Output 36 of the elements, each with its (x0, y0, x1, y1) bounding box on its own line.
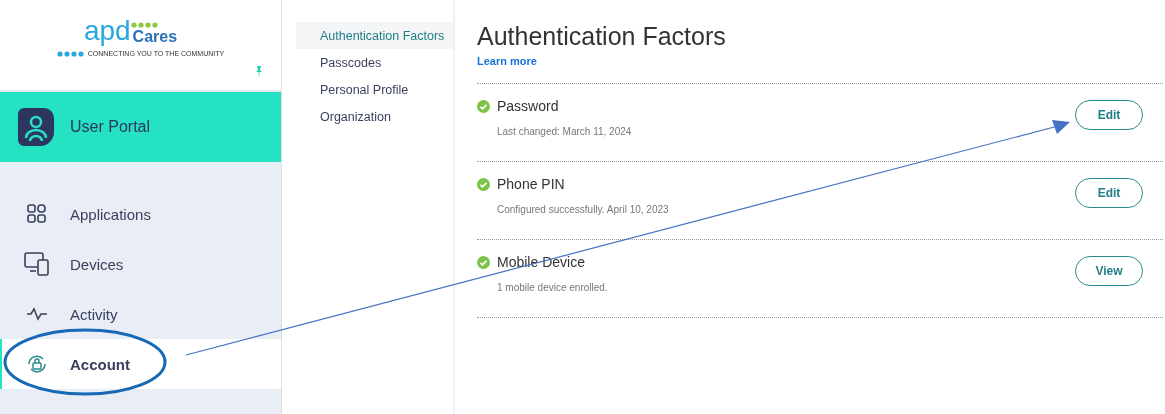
action-button[interactable]: View (1075, 256, 1143, 286)
action-button[interactable]: Edit (1075, 100, 1143, 130)
nav-label: Account (70, 355, 130, 373)
logo-text: apd (83, 16, 131, 46)
nav-item[interactable]: Devices (0, 239, 281, 289)
page-title: Authentication Factors (477, 22, 727, 51)
user-avatar-icon (18, 108, 54, 146)
nav-label: Devices (70, 255, 124, 273)
factor-name: Phone PIN (497, 176, 565, 192)
factor-name: Mobile Device (497, 254, 585, 270)
portal-title: User Portal (70, 118, 151, 136)
subnav-item[interactable]: Organization (296, 103, 453, 130)
check-icon (477, 99, 490, 113)
learn-more-link[interactable]: Learn more (477, 55, 537, 67)
subnav-item[interactable]: Authentication Factors (296, 22, 453, 49)
factor-detail: 1 mobile device enrolled. (496, 282, 608, 293)
nav-label: Applications (70, 205, 151, 223)
pulse-icon (26, 307, 48, 321)
factor-name: Password (497, 98, 559, 114)
action-button[interactable]: Edit (1075, 178, 1143, 208)
dots-icon (56, 50, 85, 57)
nav-item[interactable]: Account (0, 339, 281, 389)
factor-detail: Configured successfully. April 10, 2023 (496, 204, 669, 215)
subnav-item[interactable]: Personal Profile (296, 76, 453, 103)
subnav-item[interactable]: Passcodes (296, 49, 453, 76)
check-icon (477, 255, 490, 269)
check-icon (477, 177, 490, 191)
factor-detail: Last changed: March 11, 2024 (496, 126, 632, 137)
lock-refresh-icon (26, 353, 48, 375)
nav-label: Activity (70, 305, 118, 323)
dots-icon (130, 22, 159, 28)
apps-grid-icon (26, 203, 48, 225)
devices-icon (24, 251, 50, 277)
nav-item[interactable]: Applications (0, 189, 281, 239)
nav-item[interactable]: Activity (0, 289, 281, 339)
logo-text: Cares (132, 28, 178, 46)
